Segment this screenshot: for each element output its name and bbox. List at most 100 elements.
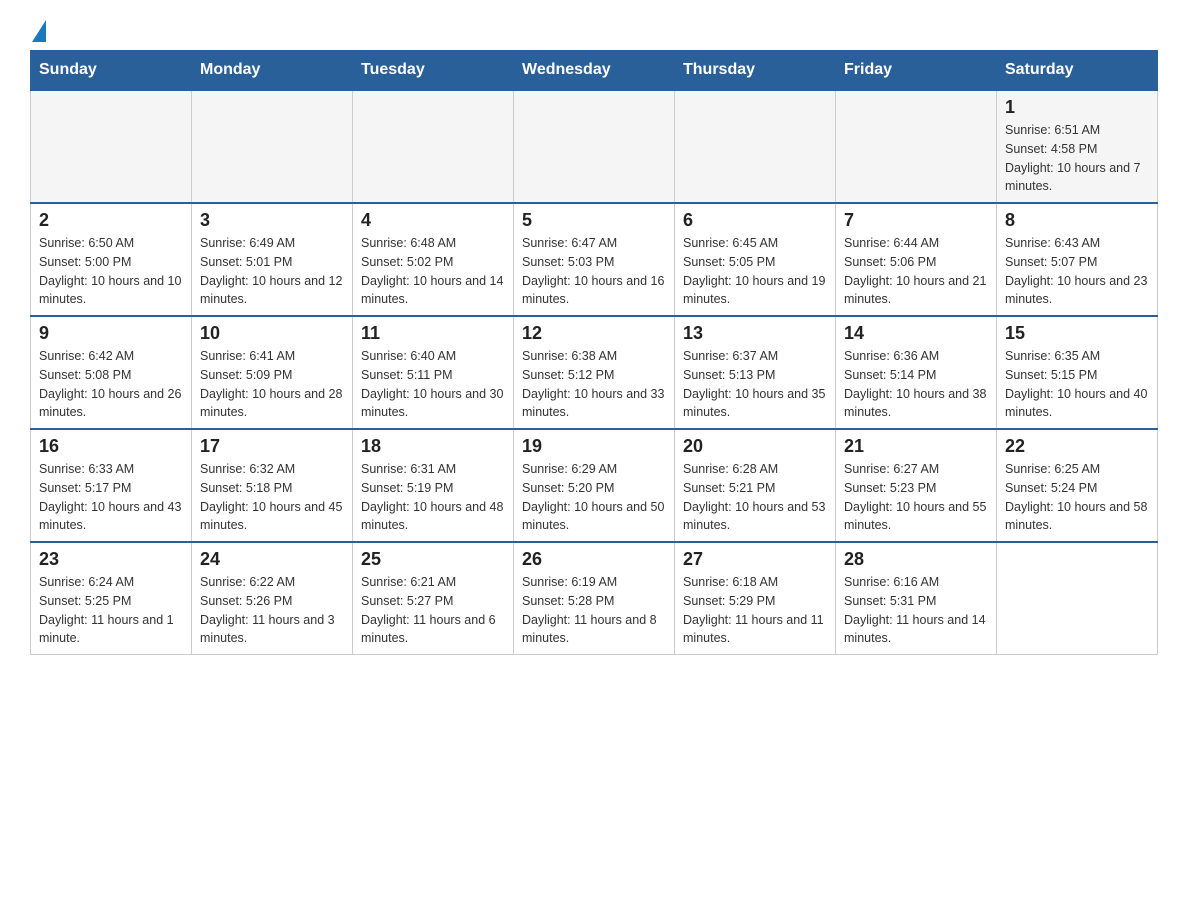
day-number: 1 [1005,97,1149,118]
day-number: 12 [522,323,666,344]
calendar-cell: 4 Sunrise: 6:48 AMSunset: 5:02 PMDaylight… [353,203,514,316]
day-number: 15 [1005,323,1149,344]
day-number: 11 [361,323,505,344]
calendar-cell: 2 Sunrise: 6:50 AMSunset: 5:00 PMDaylight… [31,203,192,316]
calendar-table: SundayMondayTuesdayWednesdayThursdayFrid… [30,50,1158,655]
day-number: 17 [200,436,344,457]
day-number: 20 [683,436,827,457]
calendar-cell: 14 Sunrise: 6:36 AMSunset: 5:14 PMDayligh… [836,316,997,429]
calendar-cell: 16 Sunrise: 6:33 AMSunset: 5:17 PMDayligh… [31,429,192,542]
calendar-cell: 9 Sunrise: 6:42 AMSunset: 5:08 PMDaylight… [31,316,192,429]
day-number: 24 [200,549,344,570]
calendar-cell: 3 Sunrise: 6:49 AMSunset: 5:01 PMDaylight… [192,203,353,316]
day-info: Sunrise: 6:28 AMSunset: 5:21 PMDaylight:… [683,460,827,535]
day-number: 3 [200,210,344,231]
calendar-cell: 7Sunrise: 6:44 AMSunset: 5:06 PMDaylight… [836,203,997,316]
calendar-week-row: 9 Sunrise: 6:42 AMSunset: 5:08 PMDaylight… [31,316,1158,429]
column-header-wednesday: Wednesday [514,51,675,91]
calendar-cell: 19 Sunrise: 6:29 AMSunset: 5:20 PMDayligh… [514,429,675,542]
day-info: Sunrise: 6:49 AMSunset: 5:01 PMDaylight:… [200,234,344,309]
column-header-tuesday: Tuesday [353,51,514,91]
day-number: 18 [361,436,505,457]
day-info: Sunrise: 6:51 AMSunset: 4:58 PMDaylight:… [1005,121,1149,196]
calendar-cell: 12 Sunrise: 6:38 AMSunset: 5:12 PMDayligh… [514,316,675,429]
calendar-cell: 17 Sunrise: 6:32 AMSunset: 5:18 PMDayligh… [192,429,353,542]
calendar-cell: 27Sunrise: 6:18 AMSunset: 5:29 PMDayligh… [675,542,836,655]
day-number: 27 [683,549,827,570]
day-info: Sunrise: 6:45 AMSunset: 5:05 PMDaylight:… [683,234,827,309]
logo-triangle-icon [32,20,46,42]
calendar-cell: 28 Sunrise: 6:16 AMSunset: 5:31 PMDayligh… [836,542,997,655]
calendar-cell [514,90,675,203]
column-header-friday: Friday [836,51,997,91]
calendar-cell: 5 Sunrise: 6:47 AMSunset: 5:03 PMDaylight… [514,203,675,316]
calendar-cell: 15 Sunrise: 6:35 AMSunset: 5:15 PMDayligh… [997,316,1158,429]
calendar-cell [31,90,192,203]
calendar-cell: 25 Sunrise: 6:21 AMSunset: 5:27 PMDayligh… [353,542,514,655]
day-info: Sunrise: 6:50 AMSunset: 5:00 PMDaylight:… [39,234,183,309]
day-info: Sunrise: 6:38 AMSunset: 5:12 PMDaylight:… [522,347,666,422]
day-info: Sunrise: 6:41 AMSunset: 5:09 PMDaylight:… [200,347,344,422]
day-number: 10 [200,323,344,344]
day-number: 28 [844,549,988,570]
calendar-cell: 6 Sunrise: 6:45 AMSunset: 5:05 PMDaylight… [675,203,836,316]
day-info: Sunrise: 6:48 AMSunset: 5:02 PMDaylight:… [361,234,505,309]
day-info: Sunrise: 6:42 AMSunset: 5:08 PMDaylight:… [39,347,183,422]
calendar-cell [997,542,1158,655]
day-number: 2 [39,210,183,231]
calendar-cell [353,90,514,203]
calendar-cell: 26 Sunrise: 6:19 AMSunset: 5:28 PMDayligh… [514,542,675,655]
day-info: Sunrise: 6:35 AMSunset: 5:15 PMDaylight:… [1005,347,1149,422]
calendar-cell [192,90,353,203]
day-number: 14 [844,323,988,344]
calendar-cell: 11Sunrise: 6:40 AMSunset: 5:11 PMDayligh… [353,316,514,429]
day-info: Sunrise: 6:32 AMSunset: 5:18 PMDaylight:… [200,460,344,535]
header [30,20,1158,40]
calendar-week-row: 23Sunrise: 6:24 AMSunset: 5:25 PMDayligh… [31,542,1158,655]
calendar-week-row: 16 Sunrise: 6:33 AMSunset: 5:17 PMDayligh… [31,429,1158,542]
day-number: 5 [522,210,666,231]
day-number: 19 [522,436,666,457]
day-number: 13 [683,323,827,344]
day-number: 26 [522,549,666,570]
calendar-header-row: SundayMondayTuesdayWednesdayThursdayFrid… [31,51,1158,91]
day-info: Sunrise: 6:29 AMSunset: 5:20 PMDaylight:… [522,460,666,535]
day-number: 6 [683,210,827,231]
calendar-cell: 24 Sunrise: 6:22 AMSunset: 5:26 PMDayligh… [192,542,353,655]
calendar-cell: 18 Sunrise: 6:31 AMSunset: 5:19 PMDayligh… [353,429,514,542]
day-info: Sunrise: 6:25 AMSunset: 5:24 PMDaylight:… [1005,460,1149,535]
day-info: Sunrise: 6:31 AMSunset: 5:19 PMDaylight:… [361,460,505,535]
day-info: Sunrise: 6:27 AMSunset: 5:23 PMDaylight:… [844,460,988,535]
day-number: 22 [1005,436,1149,457]
calendar-cell: 1 Sunrise: 6:51 AMSunset: 4:58 PMDaylight… [997,90,1158,203]
calendar-cell: 21 Sunrise: 6:27 AMSunset: 5:23 PMDayligh… [836,429,997,542]
day-info: Sunrise: 6:19 AMSunset: 5:28 PMDaylight:… [522,573,666,648]
day-number: 16 [39,436,183,457]
logo [30,20,46,40]
day-number: 25 [361,549,505,570]
calendar-cell [675,90,836,203]
column-header-sunday: Sunday [31,51,192,91]
day-info: Sunrise: 6:47 AMSunset: 5:03 PMDaylight:… [522,234,666,309]
day-number: 9 [39,323,183,344]
column-header-saturday: Saturday [997,51,1158,91]
calendar-cell: 10 Sunrise: 6:41 AMSunset: 5:09 PMDayligh… [192,316,353,429]
calendar-week-row: 1 Sunrise: 6:51 AMSunset: 4:58 PMDaylight… [31,90,1158,203]
day-info: Sunrise: 6:16 AMSunset: 5:31 PMDaylight:… [844,573,988,648]
day-number: 4 [361,210,505,231]
day-info: Sunrise: 6:22 AMSunset: 5:26 PMDaylight:… [200,573,344,648]
calendar-week-row: 2 Sunrise: 6:50 AMSunset: 5:00 PMDaylight… [31,203,1158,316]
calendar-cell: 13Sunrise: 6:37 AMSunset: 5:13 PMDayligh… [675,316,836,429]
day-number: 21 [844,436,988,457]
column-header-thursday: Thursday [675,51,836,91]
day-info: Sunrise: 6:24 AMSunset: 5:25 PMDaylight:… [39,573,183,648]
day-info: Sunrise: 6:36 AMSunset: 5:14 PMDaylight:… [844,347,988,422]
column-header-monday: Monday [192,51,353,91]
day-info: Sunrise: 6:33 AMSunset: 5:17 PMDaylight:… [39,460,183,535]
day-number: 8 [1005,210,1149,231]
day-info: Sunrise: 6:21 AMSunset: 5:27 PMDaylight:… [361,573,505,648]
calendar-cell: 23Sunrise: 6:24 AMSunset: 5:25 PMDayligh… [31,542,192,655]
calendar-cell: 8Sunrise: 6:43 AMSunset: 5:07 PMDaylight… [997,203,1158,316]
calendar-cell: 20 Sunrise: 6:28 AMSunset: 5:21 PMDayligh… [675,429,836,542]
calendar-cell: 22 Sunrise: 6:25 AMSunset: 5:24 PMDayligh… [997,429,1158,542]
